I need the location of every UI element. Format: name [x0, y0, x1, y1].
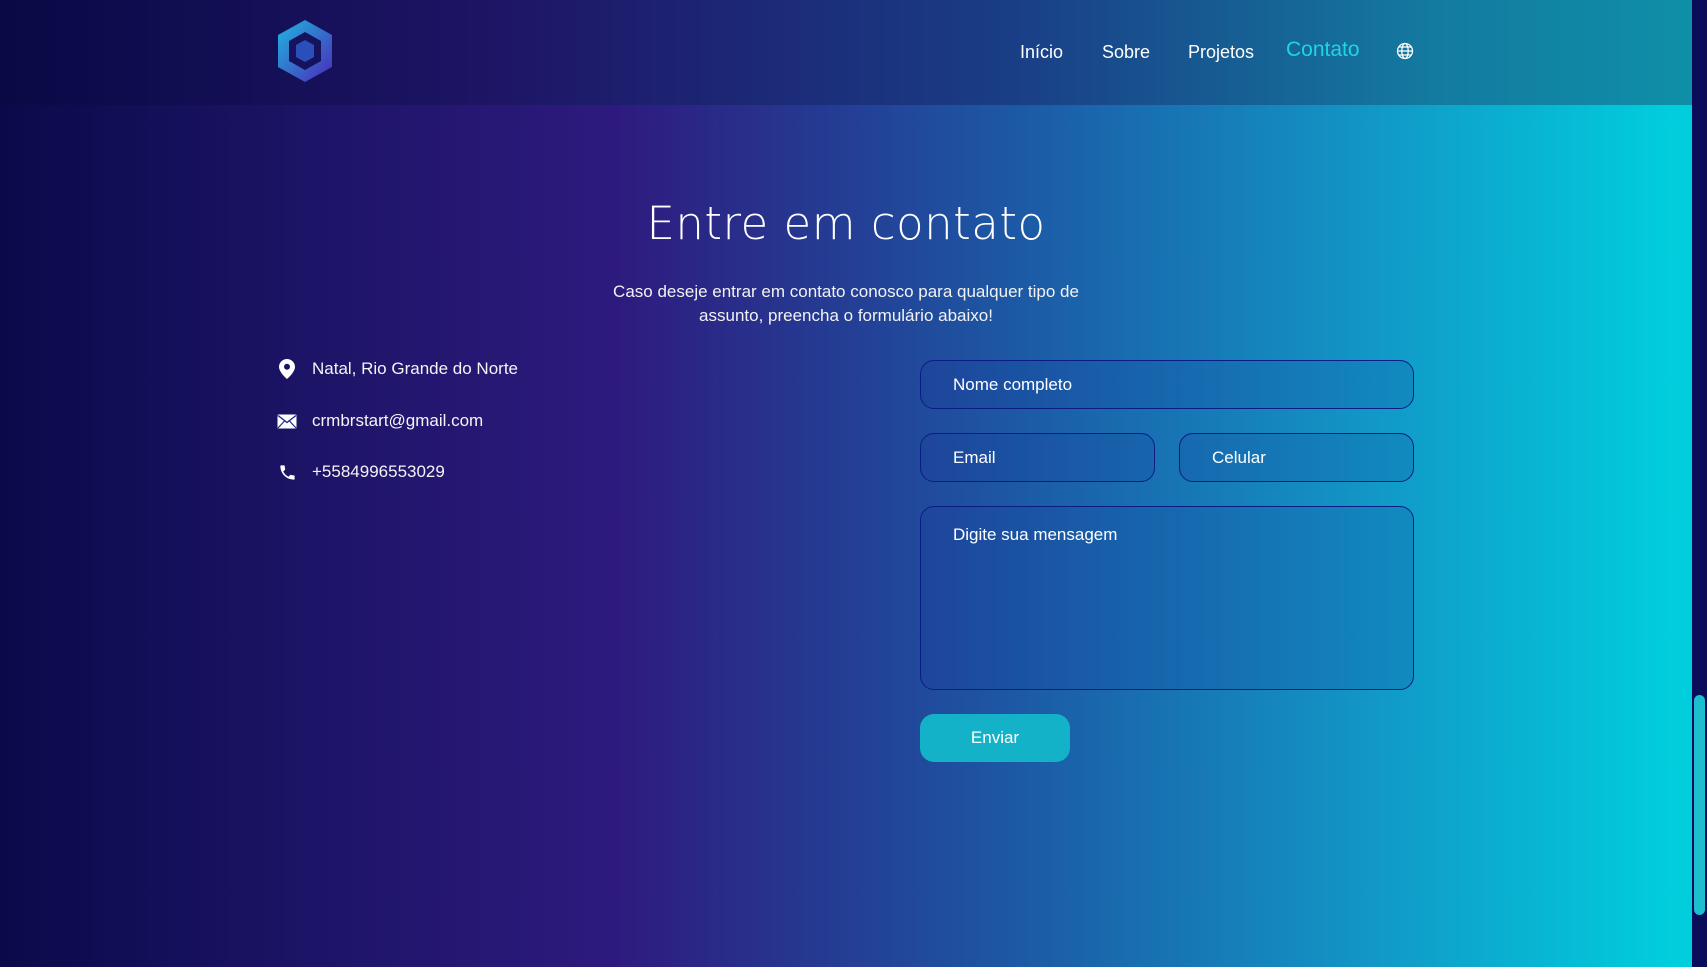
page: Início Sobre Projetos Contato Entre em c…: [0, 0, 1692, 967]
nav-link-projetos[interactable]: Projetos: [1188, 40, 1254, 64]
email-text[interactable]: crmbrstart@gmail.com: [312, 411, 483, 431]
contact-email: crmbrstart@gmail.com: [276, 408, 483, 434]
phone-icon: [276, 461, 298, 483]
scrollbar-thumb[interactable]: [1694, 695, 1705, 915]
logo[interactable]: [276, 18, 334, 84]
contact-phone: +5584996553029: [276, 459, 445, 485]
message-field[interactable]: [920, 506, 1414, 690]
page-title: Entre em contato: [646, 197, 1046, 250]
name-field[interactable]: [920, 360, 1414, 409]
phone-field[interactable]: [1179, 433, 1414, 482]
contact-location: Natal, Rio Grande do Norte: [276, 356, 518, 382]
nav-link-contato[interactable]: Contato: [1286, 38, 1360, 62]
send-button[interactable]: Enviar: [920, 714, 1070, 762]
page-subtitle: Caso deseje entrar em contato conosco pa…: [613, 282, 1079, 325]
location-text: Natal, Rio Grande do Norte: [312, 359, 518, 378]
nav-link-sobre[interactable]: Sobre: [1102, 40, 1150, 64]
phone-text[interactable]: +5584996553029: [312, 462, 445, 482]
nav-link-inicio[interactable]: Início: [1020, 40, 1063, 64]
envelope-icon: [276, 410, 298, 432]
email-field[interactable]: [920, 433, 1155, 482]
globe-icon[interactable]: [1396, 42, 1414, 60]
location-pin-icon: [276, 358, 298, 380]
scrollbar[interactable]: [1692, 0, 1707, 967]
navbar: Início Sobre Projetos Contato: [0, 0, 1692, 105]
